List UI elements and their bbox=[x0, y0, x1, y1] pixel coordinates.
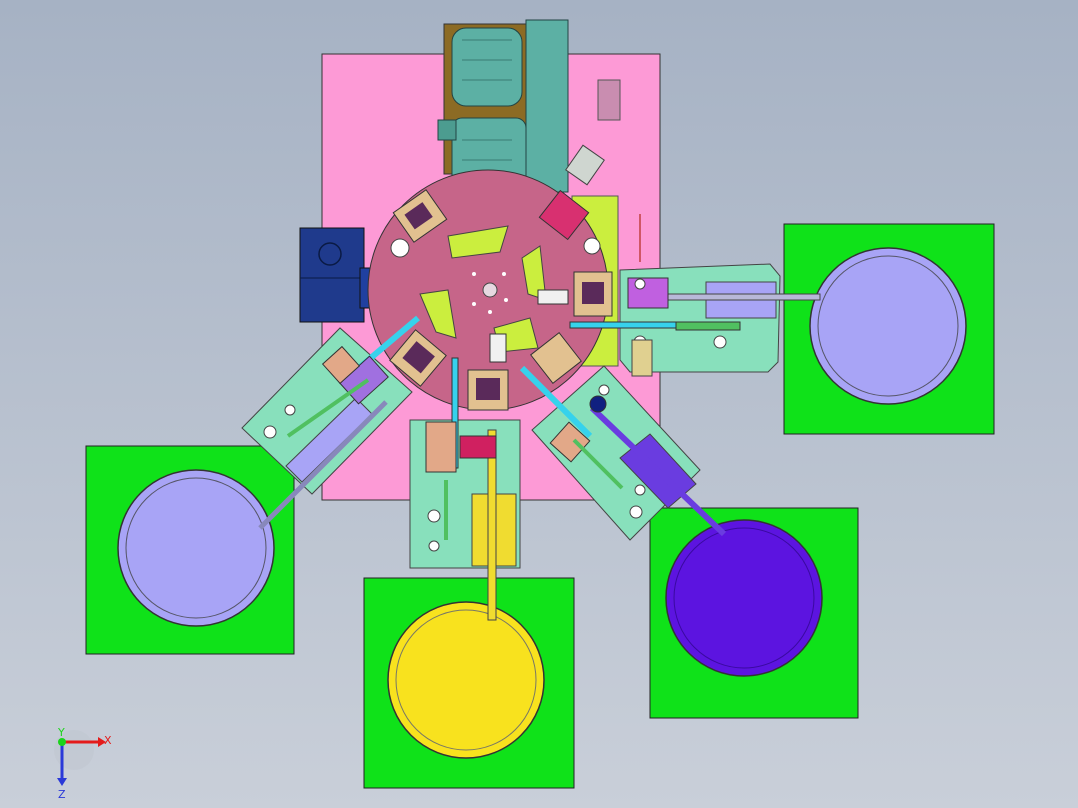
gripper-right[interactable] bbox=[627, 277, 669, 309]
sensor-block[interactable] bbox=[425, 421, 457, 473]
vibratory-bowl-lower-right[interactable] bbox=[665, 519, 823, 677]
x-axis-label: X bbox=[104, 734, 112, 747]
vibratory-bowl-bottom[interactable] bbox=[387, 601, 545, 759]
mount-hole bbox=[634, 484, 646, 496]
hub-hole bbox=[488, 310, 492, 314]
vibratory-bowl-right[interactable] bbox=[809, 247, 967, 405]
cylinder-right[interactable] bbox=[675, 321, 741, 331]
mount-hole bbox=[713, 335, 727, 349]
motor-shaft[interactable] bbox=[437, 119, 457, 141]
y-axis-dot bbox=[58, 738, 66, 746]
cad-viewport[interactable]: X Y Z bbox=[0, 0, 1078, 808]
transfer-arm-right[interactable] bbox=[569, 321, 681, 329]
mount-hole bbox=[629, 505, 643, 519]
sensor-bracket[interactable] bbox=[631, 339, 653, 377]
pusher-block[interactable] bbox=[537, 289, 569, 305]
y-axis-label: Y bbox=[57, 726, 65, 739]
z-axis-label: Z bbox=[58, 788, 66, 801]
gripper-bottom[interactable] bbox=[459, 435, 497, 459]
station-core bbox=[476, 378, 500, 400]
side-mount[interactable] bbox=[597, 79, 621, 121]
vibratory-bowl-left[interactable] bbox=[117, 469, 275, 627]
mount-hole bbox=[598, 384, 610, 396]
motor-gearbox[interactable] bbox=[525, 19, 569, 193]
gripper-lower-right[interactable] bbox=[589, 395, 607, 413]
mount-hole bbox=[427, 509, 441, 523]
turntable-hub[interactable] bbox=[482, 282, 498, 298]
pusher-block[interactable] bbox=[489, 333, 507, 363]
hub-hole bbox=[472, 272, 476, 276]
hub-hole bbox=[472, 302, 476, 306]
assembly-drawing[interactable]: X Y Z bbox=[0, 0, 1078, 808]
mount-hole bbox=[284, 404, 296, 416]
control-box[interactable] bbox=[299, 227, 365, 323]
mount-hole bbox=[428, 540, 440, 552]
turntable-bore bbox=[390, 238, 410, 258]
hub-hole bbox=[504, 298, 508, 302]
station-core bbox=[582, 282, 604, 304]
feed-rail-right[interactable] bbox=[651, 293, 821, 301]
mount-hole bbox=[634, 278, 646, 290]
hub-hole bbox=[502, 272, 506, 276]
turntable-bore bbox=[583, 237, 601, 255]
mount-hole bbox=[263, 425, 277, 439]
